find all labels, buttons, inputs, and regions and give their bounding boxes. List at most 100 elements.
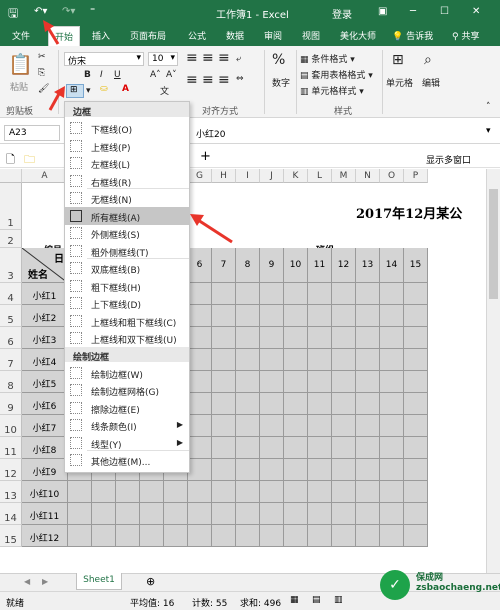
table-cell[interactable] [308, 437, 332, 459]
table-cell[interactable] [356, 415, 380, 437]
table-cell[interactable] [380, 481, 404, 503]
table-cell[interactable] [332, 503, 356, 525]
table-cell[interactable] [140, 481, 164, 503]
row-header[interactable]: 3 [0, 248, 22, 283]
border-menu-item[interactable]: 上框线和粗下框线(C) [65, 312, 189, 330]
table-cell[interactable] [188, 415, 212, 437]
column-header[interactable]: O [380, 169, 404, 183]
table-cell[interactable] [68, 503, 92, 525]
row-header[interactable]: 14 [0, 503, 22, 525]
tab-file[interactable]: 文件 [12, 29, 30, 42]
table-cell[interactable] [92, 525, 116, 547]
table-cell[interactable]: 10 [284, 248, 308, 283]
table-cell[interactable] [332, 283, 356, 305]
table-cell[interactable] [284, 305, 308, 327]
table-cell[interactable] [308, 481, 332, 503]
conditional-format-button[interactable]: ▦ 条件格式 ▾ [300, 52, 355, 65]
table-cell[interactable] [212, 305, 236, 327]
table-cell[interactable] [404, 305, 428, 327]
table-cell[interactable] [380, 525, 404, 547]
vertical-scrollbar[interactable] [486, 169, 500, 573]
column-header[interactable]: K [284, 169, 308, 183]
table-cell[interactable] [356, 349, 380, 371]
table-cell[interactable] [308, 327, 332, 349]
table-cell[interactable] [260, 283, 284, 305]
table-cell[interactable] [380, 393, 404, 415]
column-header[interactable]: P [404, 169, 428, 183]
table-cell[interactable]: 15 [404, 248, 428, 283]
collapse-ribbon-icon[interactable]: ˄ [486, 102, 491, 112]
table-cell[interactable] [308, 525, 332, 547]
page-layout-view-icon[interactable]: ▤ [312, 595, 321, 605]
cell-style-button[interactable]: ▥ 单元格样式 ▾ [300, 84, 364, 97]
column-header[interactable]: H [212, 169, 236, 183]
table-cell[interactable] [356, 459, 380, 481]
phonetic-icon[interactable]: 文 [160, 84, 169, 97]
row-header[interactable]: 9 [0, 393, 22, 415]
add-icon[interactable]: + [200, 149, 211, 164]
align-center-icon[interactable]: ≡ [202, 72, 214, 88]
row-header[interactable]: 15 [0, 525, 22, 547]
border-menu-item[interactable]: 上框线和双下框线(U) [65, 329, 189, 347]
table-cell[interactable] [284, 459, 308, 481]
row-header[interactable]: 6 [0, 327, 22, 349]
row-header[interactable]: 12 [0, 459, 22, 481]
table-cell[interactable] [404, 481, 428, 503]
table-cell[interactable] [236, 349, 260, 371]
table-cell[interactable] [284, 503, 308, 525]
tell-me-search[interactable]: 💡 告诉我 [392, 29, 433, 42]
table-cell[interactable] [332, 459, 356, 481]
table-cell[interactable] [284, 525, 308, 547]
search-icon[interactable]: ⌕ [424, 52, 432, 68]
table-cell[interactable] [356, 327, 380, 349]
table-cell[interactable] [332, 437, 356, 459]
table-cell[interactable] [188, 349, 212, 371]
merge-icon[interactable]: ⇔ [236, 74, 244, 84]
tab-beautify[interactable]: 美化大师 [340, 29, 376, 42]
tab-page-layout[interactable]: 页面布局 [130, 29, 166, 42]
cells-icon[interactable]: ⊞ [392, 52, 404, 68]
table-cell[interactable] [236, 283, 260, 305]
column-header[interactable]: I [236, 169, 260, 183]
formula-input[interactable]: 小红20 [196, 127, 225, 140]
table-cell[interactable] [308, 305, 332, 327]
new-doc-icon[interactable]: 🗋 [6, 151, 15, 170]
column-header[interactable]: J [260, 169, 284, 183]
table-cell[interactable]: 小红5 [22, 371, 68, 393]
table-cell[interactable] [356, 283, 380, 305]
table-cell[interactable] [356, 481, 380, 503]
table-cell[interactable] [236, 327, 260, 349]
table-cell[interactable] [188, 283, 212, 305]
table-cell[interactable] [164, 525, 188, 547]
table-cell[interactable] [332, 349, 356, 371]
table-cell[interactable] [236, 503, 260, 525]
table-cell[interactable] [380, 437, 404, 459]
table-cell[interactable]: 7 [212, 248, 236, 283]
table-cell[interactable] [260, 481, 284, 503]
table-cell[interactable] [380, 371, 404, 393]
tab-review[interactable]: 审阅 [264, 29, 282, 42]
table-cell[interactable] [260, 349, 284, 371]
table-cell[interactable]: 小红3 [22, 327, 68, 349]
table-cell[interactable] [260, 327, 284, 349]
redo-icon[interactable]: ↷▾ [62, 6, 75, 17]
table-cell[interactable] [284, 437, 308, 459]
align-right-icon[interactable]: ≡ [218, 72, 230, 88]
align-middle-icon[interactable]: ≡ [202, 50, 214, 66]
border-button[interactable]: ⊞ [66, 84, 84, 98]
border-menu-item[interactable]: 线条颜色(I) ▶ [65, 416, 189, 434]
table-cell[interactable] [212, 481, 236, 503]
table-cell[interactable] [92, 503, 116, 525]
table-cell[interactable] [308, 393, 332, 415]
table-cell[interactable] [164, 481, 188, 503]
table-cell[interactable] [404, 437, 428, 459]
table-cell[interactable] [260, 393, 284, 415]
cut-icon[interactable]: ✂ [38, 52, 46, 62]
wrap-text-icon[interactable]: ⤶ [236, 54, 241, 64]
row-header[interactable]: 1 [0, 183, 22, 230]
table-cell[interactable] [284, 349, 308, 371]
table-cell[interactable] [260, 459, 284, 481]
table-cell[interactable] [332, 481, 356, 503]
copy-icon[interactable]: ⎘ [38, 68, 45, 78]
select-all-corner[interactable] [0, 169, 22, 183]
